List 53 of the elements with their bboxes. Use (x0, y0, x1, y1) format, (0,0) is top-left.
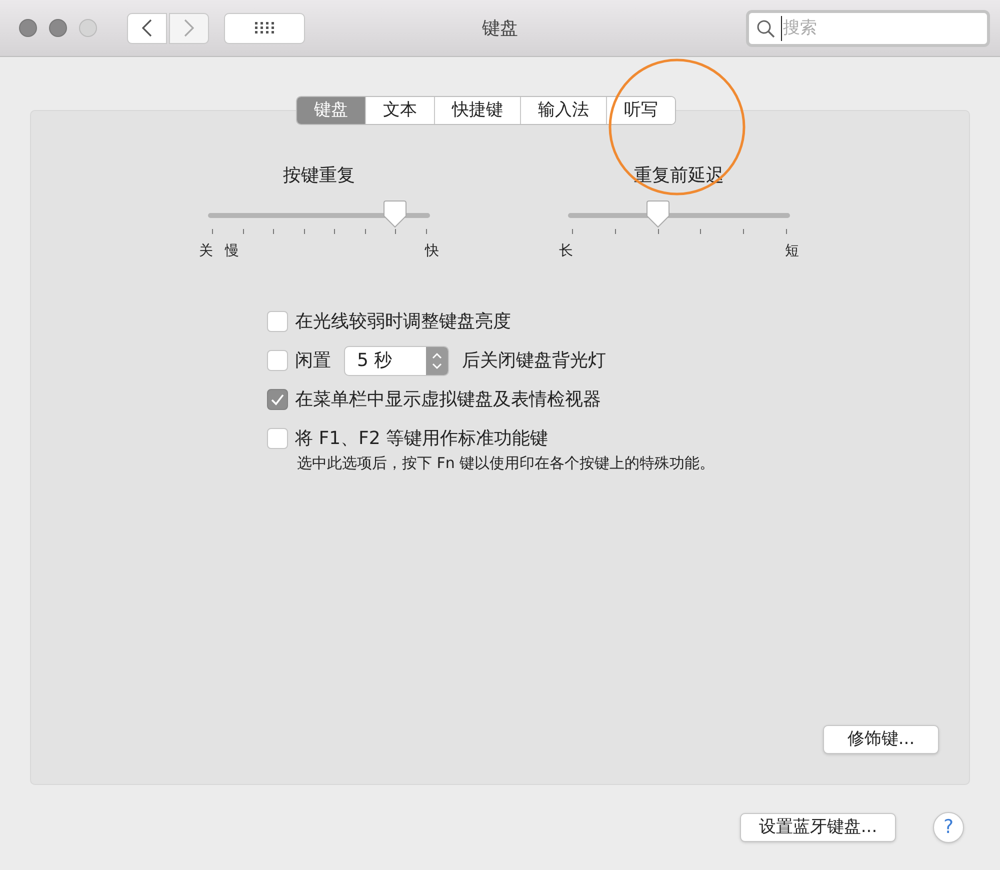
delay-stepper[interactable]: 5 秒 (344, 346, 449, 376)
checkbox[interactable] (267, 311, 288, 332)
checkmark-icon (271, 394, 284, 406)
minimize-window-icon[interactable] (49, 19, 67, 37)
option-label: 闲置 (295, 349, 331, 373)
option-label: 后关闭键盘背光灯 (462, 349, 606, 373)
slider-thumb[interactable] (383, 200, 408, 228)
option-note: 选中此选项后，按下 Fn 键以使用印在各个按键上的特殊功能。 (297, 453, 715, 474)
tick-mark (700, 229, 702, 234)
search-input: 搜索 (781, 16, 971, 42)
tick-mark (658, 229, 659, 234)
checkbox[interactable] (267, 389, 288, 410)
tick-mark (334, 229, 336, 234)
slider-title: 按键重复 (283, 164, 355, 188)
back-button[interactable] (127, 12, 167, 44)
tick-mark (212, 229, 213, 234)
option-label: 将 F1、F2 等键用作标准功能键 (295, 427, 548, 451)
bluetooth-keyboard-button[interactable]: 设置蓝牙键盘... (740, 813, 896, 842)
option-label: 在光线较弱时调整键盘亮度 (295, 310, 511, 334)
slider-thumb[interactable] (646, 200, 670, 228)
slider-label: 短 (785, 242, 799, 261)
tick-mark (572, 229, 573, 234)
chevron-right-icon (184, 19, 194, 37)
zoom-window-icon[interactable] (79, 19, 97, 37)
tick-mark (743, 229, 744, 234)
slider-track[interactable] (208, 213, 430, 218)
window-title: 键盘 (482, 16, 518, 40)
tick-mark (395, 229, 396, 234)
tick-mark (364, 229, 366, 234)
tick-mark (273, 229, 274, 234)
close-window-icon[interactable] (19, 19, 37, 37)
tick-mark (426, 229, 427, 234)
tick-mark (304, 229, 305, 234)
show-all-button[interactable] (224, 12, 305, 44)
tick-mark (786, 229, 787, 234)
tab[interactable]: 听写 (606, 97, 675, 124)
grid-icon (254, 22, 274, 34)
search-field[interactable]: 搜索 (746, 10, 990, 47)
help-button[interactable]: ? (933, 812, 964, 843)
slider-label: 长 (559, 242, 573, 261)
tick-mark (614, 229, 616, 234)
option-label: 在菜单栏中显示虚拟键盘及表情检视器 (295, 388, 601, 412)
checkbox[interactable] (267, 428, 288, 449)
slider-label: 关 (199, 242, 213, 261)
slider-label: 慢 (225, 242, 239, 261)
slider-label: 快 (425, 242, 439, 261)
chevron-left-icon (142, 19, 152, 37)
modifier-keys-button[interactable]: 修饰键... (823, 725, 939, 754)
slider-track[interactable] (568, 213, 790, 218)
checkbox[interactable] (267, 350, 288, 371)
stepper-arrows-icon (432, 352, 442, 370)
search-icon (757, 20, 775, 38)
tick-mark (242, 229, 244, 234)
